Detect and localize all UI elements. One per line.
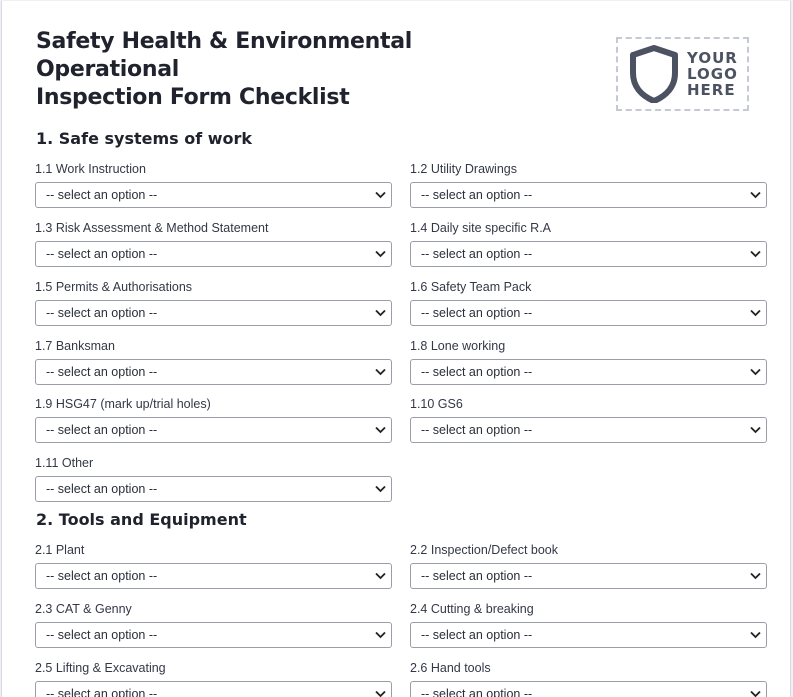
- field-label: 1.3 Risk Assessment & Method Statement: [35, 221, 269, 235]
- select-value: -- select an option --: [46, 423, 158, 437]
- select-value: -- select an option --: [46, 306, 158, 320]
- field-other: 1.11 Other -- select an option --: [35, 455, 392, 502]
- section-title-safe-systems: 1. Safe systems of work: [36, 129, 253, 148]
- select-permits[interactable]: -- select an option --: [35, 300, 392, 326]
- field-daily-site-ra: 1.4 Daily site specific R.A -- select an…: [410, 220, 767, 267]
- chevron-down-icon: [375, 191, 386, 199]
- field-plant: 2.1 Plant -- select an option --: [35, 542, 392, 589]
- select-value: -- select an option --: [46, 247, 158, 261]
- form-title-line-1: Safety Health & Environmental Operationa…: [36, 29, 413, 82]
- chevron-down-icon: [375, 368, 386, 376]
- field-label: 1.8 Lone working: [410, 339, 506, 353]
- logo-text-line-1: YOUR: [687, 49, 738, 67]
- field-label: 1.9 HSG47 (mark up/trial holes): [35, 397, 211, 411]
- field-label: 1.11 Other: [35, 456, 94, 470]
- select-safety-team-pack[interactable]: -- select an option --: [410, 300, 767, 326]
- select-value: -- select an option --: [421, 247, 533, 261]
- form-page: Safety Health & Environmental Operationa…: [1, 1, 791, 697]
- field-label: 2.4 Cutting & breaking: [410, 602, 534, 616]
- field-work-instruction: 1.1 Work Instruction -- select an option…: [35, 161, 392, 208]
- chevron-down-icon: [375, 309, 386, 317]
- field-utility-drawings: 1.2 Utility Drawings -- select an option…: [410, 161, 767, 208]
- logo-text: YOUR LOGO HERE: [687, 50, 738, 98]
- chevron-down-icon: [375, 250, 386, 258]
- field-label: 1.5 Permits & Authorisations: [35, 280, 193, 294]
- chevron-down-icon: [750, 368, 761, 376]
- chevron-down-icon: [375, 485, 386, 493]
- logo-text-line-3: HERE: [687, 81, 736, 99]
- field-label: 1.1 Work Instruction: [35, 162, 146, 176]
- select-hsg47[interactable]: -- select an option --: [35, 417, 392, 443]
- field-label: 2.3 CAT & Genny: [35, 602, 132, 616]
- field-label: 1.10 GS6: [410, 397, 463, 411]
- chevron-down-icon: [375, 690, 386, 697]
- select-risk-assessment[interactable]: -- select an option --: [35, 241, 392, 267]
- field-cutting-breaking: 2.4 Cutting & breaking -- select an opti…: [410, 601, 767, 648]
- select-value: -- select an option --: [421, 687, 533, 697]
- form-title-line-2: Inspection Form Checklist: [36, 85, 350, 110]
- select-value: -- select an option --: [46, 628, 158, 642]
- chevron-down-icon: [750, 191, 761, 199]
- chevron-down-icon: [375, 631, 386, 639]
- select-value: -- select an option --: [421, 365, 533, 379]
- select-value: -- select an option --: [421, 569, 533, 583]
- field-safety-team-pack: 1.6 Safety Team Pack -- select an option…: [410, 279, 767, 326]
- select-value: -- select an option --: [421, 188, 533, 202]
- select-value: -- select an option --: [46, 188, 158, 202]
- field-lone-working: 1.8 Lone working -- select an option --: [410, 338, 767, 385]
- select-work-instruction[interactable]: -- select an option --: [35, 182, 392, 208]
- field-banksman: 1.7 Banksman -- select an option --: [35, 338, 392, 385]
- chevron-down-icon: [750, 572, 761, 580]
- field-label: 2.5 Lifting & Excavating: [35, 661, 166, 675]
- chevron-down-icon: [750, 309, 761, 317]
- field-label: 2.6 Hand tools: [410, 661, 491, 675]
- logo-placeholder: YOUR LOGO HERE: [616, 37, 749, 111]
- chevron-down-icon: [750, 631, 761, 639]
- select-other[interactable]: -- select an option --: [35, 476, 392, 502]
- field-label: 1.2 Utility Drawings: [410, 162, 517, 176]
- field-permits: 1.5 Permits & Authorisations -- select a…: [35, 279, 392, 326]
- field-label: 2.1 Plant: [35, 543, 85, 557]
- select-banksman[interactable]: -- select an option --: [35, 359, 392, 385]
- select-value: -- select an option --: [421, 628, 533, 642]
- select-cat-genny[interactable]: -- select an option --: [35, 622, 392, 648]
- select-cutting-breaking[interactable]: -- select an option --: [410, 622, 767, 648]
- select-value: -- select an option --: [421, 423, 533, 437]
- select-value: -- select an option --: [421, 306, 533, 320]
- chevron-down-icon: [750, 690, 761, 697]
- field-hand-tools: 2.6 Hand tools -- select an option --: [410, 660, 767, 697]
- field-risk-assessment: 1.3 Risk Assessment & Method Statement -…: [35, 220, 392, 267]
- select-value: -- select an option --: [46, 365, 158, 379]
- select-value: -- select an option --: [46, 687, 158, 697]
- select-utility-drawings[interactable]: -- select an option --: [410, 182, 767, 208]
- field-lifting-excavating: 2.5 Lifting & Excavating -- select an op…: [35, 660, 392, 697]
- form-title: Safety Health & Environmental Operationa…: [36, 28, 556, 112]
- field-gs6: 1.10 GS6 -- select an option --: [410, 396, 767, 443]
- select-gs6[interactable]: -- select an option --: [410, 417, 767, 443]
- field-label: 1.6 Safety Team Pack: [410, 280, 532, 294]
- field-cat-genny: 2.3 CAT & Genny -- select an option --: [35, 601, 392, 648]
- logo-text-line-2: LOGO: [687, 65, 738, 83]
- field-label: 1.7 Banksman: [35, 339, 115, 353]
- select-lone-working[interactable]: -- select an option --: [410, 359, 767, 385]
- section-title-tools-equipment: 2. Tools and Equipment: [36, 510, 247, 529]
- select-daily-site-ra[interactable]: -- select an option --: [410, 241, 767, 267]
- select-lifting-excavating[interactable]: -- select an option --: [35, 681, 392, 697]
- select-plant[interactable]: -- select an option --: [35, 563, 392, 589]
- chevron-down-icon: [375, 572, 386, 580]
- shield-icon: [630, 45, 678, 103]
- field-label: 1.4 Daily site specific R.A: [410, 221, 552, 235]
- chevron-down-icon: [375, 426, 386, 434]
- field-label: 2.2 Inspection/Defect book: [410, 543, 559, 557]
- chevron-down-icon: [750, 426, 761, 434]
- select-value: -- select an option --: [46, 482, 158, 496]
- chevron-down-icon: [750, 250, 761, 258]
- field-inspection-defect-book: 2.2 Inspection/Defect book -- select an …: [410, 542, 767, 589]
- field-hsg47: 1.9 HSG47 (mark up/trial holes) -- selec…: [35, 396, 392, 443]
- select-value: -- select an option --: [46, 569, 158, 583]
- select-hand-tools[interactable]: -- select an option --: [410, 681, 767, 697]
- select-inspection-defect-book[interactable]: -- select an option --: [410, 563, 767, 589]
